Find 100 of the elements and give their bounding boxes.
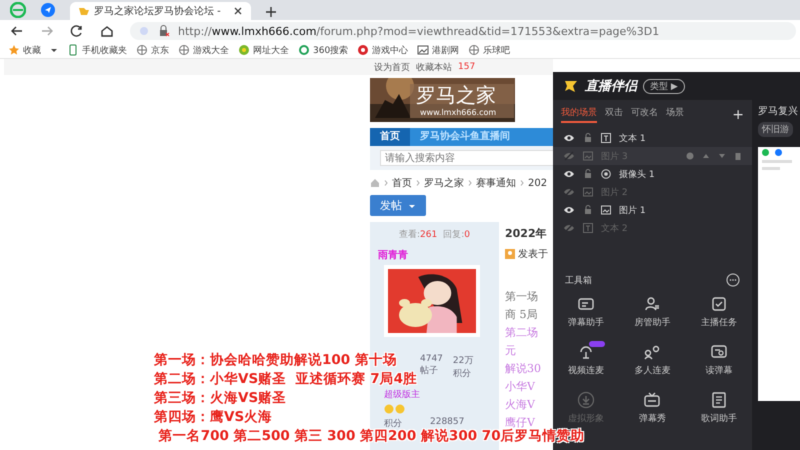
top-link[interactable]: 设为首页 [374,60,410,74]
scene-tab[interactable]: 我的场景 [561,106,597,123]
bookmark-item[interactable]: 京东 [136,44,169,56]
url-text: http://www.lmxh666.com/forum.php?mod=viewthread&tid=171553&extra=page%3D1 [178,24,660,38]
views-text: 查看:261 [398,228,438,241]
type-button[interactable]: 类型 ▶ [643,78,685,94]
tool-button[interactable]: 视频连麦 [553,343,620,377]
down-icon[interactable] [718,152,726,160]
tool-button[interactable]: 主播任务 [686,295,752,329]
post-button[interactable]: 发帖 [370,195,426,216]
person-icon [643,295,662,313]
delete-icon[interactable] [734,152,742,160]
eye-icon[interactable] [563,168,575,180]
send-icon[interactable] [40,2,56,18]
eye-icon[interactable] [563,204,575,216]
image-icon [583,151,593,161]
bookmark-item[interactable]: 港剧网 [417,44,460,56]
lock-icon[interactable] [583,133,593,143]
stat-value: 4747 [420,354,443,364]
overlay-caption: 第四场：鹰VS火海 [154,410,272,425]
overlay-caption: 第二场：小华VS赌圣 亚述循环赛 7局4胜 [154,372,418,387]
breadcrumb-link[interactable]: 202 [528,178,548,188]
post-text: 元 [505,343,517,358]
scene-tab[interactable]: 双击 [605,106,623,123]
circle-icon [357,44,370,56]
globe-icon [178,44,190,56]
thread-title: 2022年 [505,226,548,241]
back-icon[interactable] [10,24,24,38]
tv-icon [643,391,662,409]
tool-button[interactable]: 歌词助手 [686,391,752,425]
source-row[interactable]: 摄像头 1 [553,165,752,183]
eye-off-icon[interactable] [563,150,575,162]
bookmark-item[interactable]: 手机收藏夹 [67,44,127,56]
user-role: 超级版主 [384,388,421,401]
tool-button[interactable]: 房管助手 [619,295,686,329]
image-icon [601,205,611,215]
browser-tab[interactable]: 罗马之家论坛罗马协会论坛 - [70,2,251,20]
bookmark-item[interactable]: 收藏 [8,44,41,56]
refresh-icon[interactable] [70,24,84,38]
bookmark-item[interactable]: 360搜索 [298,44,348,56]
eye-off-icon[interactable] [563,186,575,198]
up-icon[interactable] [702,152,710,160]
tool-button[interactable]: 读弹幕 [686,343,752,377]
more-icon[interactable] [726,273,740,287]
top-link[interactable]: 收藏本站 [416,60,452,74]
lock-icon[interactable] [583,205,593,215]
bookmark-item[interactable]: 网址大全 [238,44,289,56]
scene-tab[interactable]: 场景 [666,106,684,123]
source-name: 图片 2 [601,186,628,198]
caret-icon[interactable] [50,46,58,54]
browser-logo-icon[interactable] [10,2,26,18]
close-icon[interactable] [233,6,243,16]
source-name: 文本 1 [619,132,646,144]
dot-icon [138,25,150,37]
breadcrumb-link[interactable]: 赛事通知 [476,176,516,190]
preview-tag: 怀旧游 [758,122,793,137]
points-label: 积分 [384,418,402,430]
tool-button[interactable]: 弹幕助手 [553,295,620,329]
eye-off-icon[interactable] [563,222,575,234]
bookmark-item[interactable]: 游戏大全 [178,44,229,56]
lock-icon[interactable] [158,25,170,37]
user-icon [505,249,515,259]
overlay-caption: 第三场：火海VS赌圣 [154,391,286,406]
favicon-icon [78,5,90,17]
image-icon [583,187,593,197]
breadcrumb-link[interactable]: 罗马之家 [424,176,464,190]
points-value: 228857 [430,417,464,428]
tool-button[interactable]: 弹幕秀 [619,391,686,425]
post-text: 第二场 [505,325,539,340]
post-text: 第一场 [505,289,539,304]
preview-title: 罗马复兴 [758,104,799,118]
new-tab-icon[interactable] [265,6,277,18]
text-icon [601,133,611,143]
source-row[interactable]: 图片 1 [553,201,752,219]
count-text: 157 [458,62,476,72]
stat-label: 帖子 [420,364,439,377]
bookmark-item[interactable]: 乐球吧 [468,44,510,56]
nav-tab[interactable]: 首页 [370,128,410,146]
people-icon [643,343,662,361]
address-field[interactable]: http://www.lmxh666.com/forum.php?mod=viewthread&tid=171553&extra=page%3D1 [130,22,796,40]
source-name: 图片 1 [619,204,646,216]
app-logo-icon [563,78,579,94]
eye-icon[interactable] [563,132,575,144]
bookmark-item[interactable]: 游戏中心 [357,44,408,56]
ring-icon [298,44,310,56]
scene-tab[interactable]: 可改名 [631,106,658,123]
home-icon[interactable] [100,24,114,38]
logo-title: 罗马之家 [416,82,496,108]
lock-icon[interactable] [583,169,593,179]
forward-icon[interactable] [40,24,54,38]
ball-icon [238,44,250,56]
add-button[interactable]: + [732,106,744,122]
source-row[interactable]: 文本 1 [553,129,752,147]
medal-icon [384,404,406,414]
camera-icon [601,169,611,179]
post-text: 火海V [505,397,536,412]
settings-icon[interactable] [686,152,694,160]
tool-button[interactable]: 多人连麦 [619,343,686,377]
breadcrumb-link[interactable]: 首页 [392,176,412,190]
search-field[interactable]: 请输入搜索内容 [380,150,554,166]
